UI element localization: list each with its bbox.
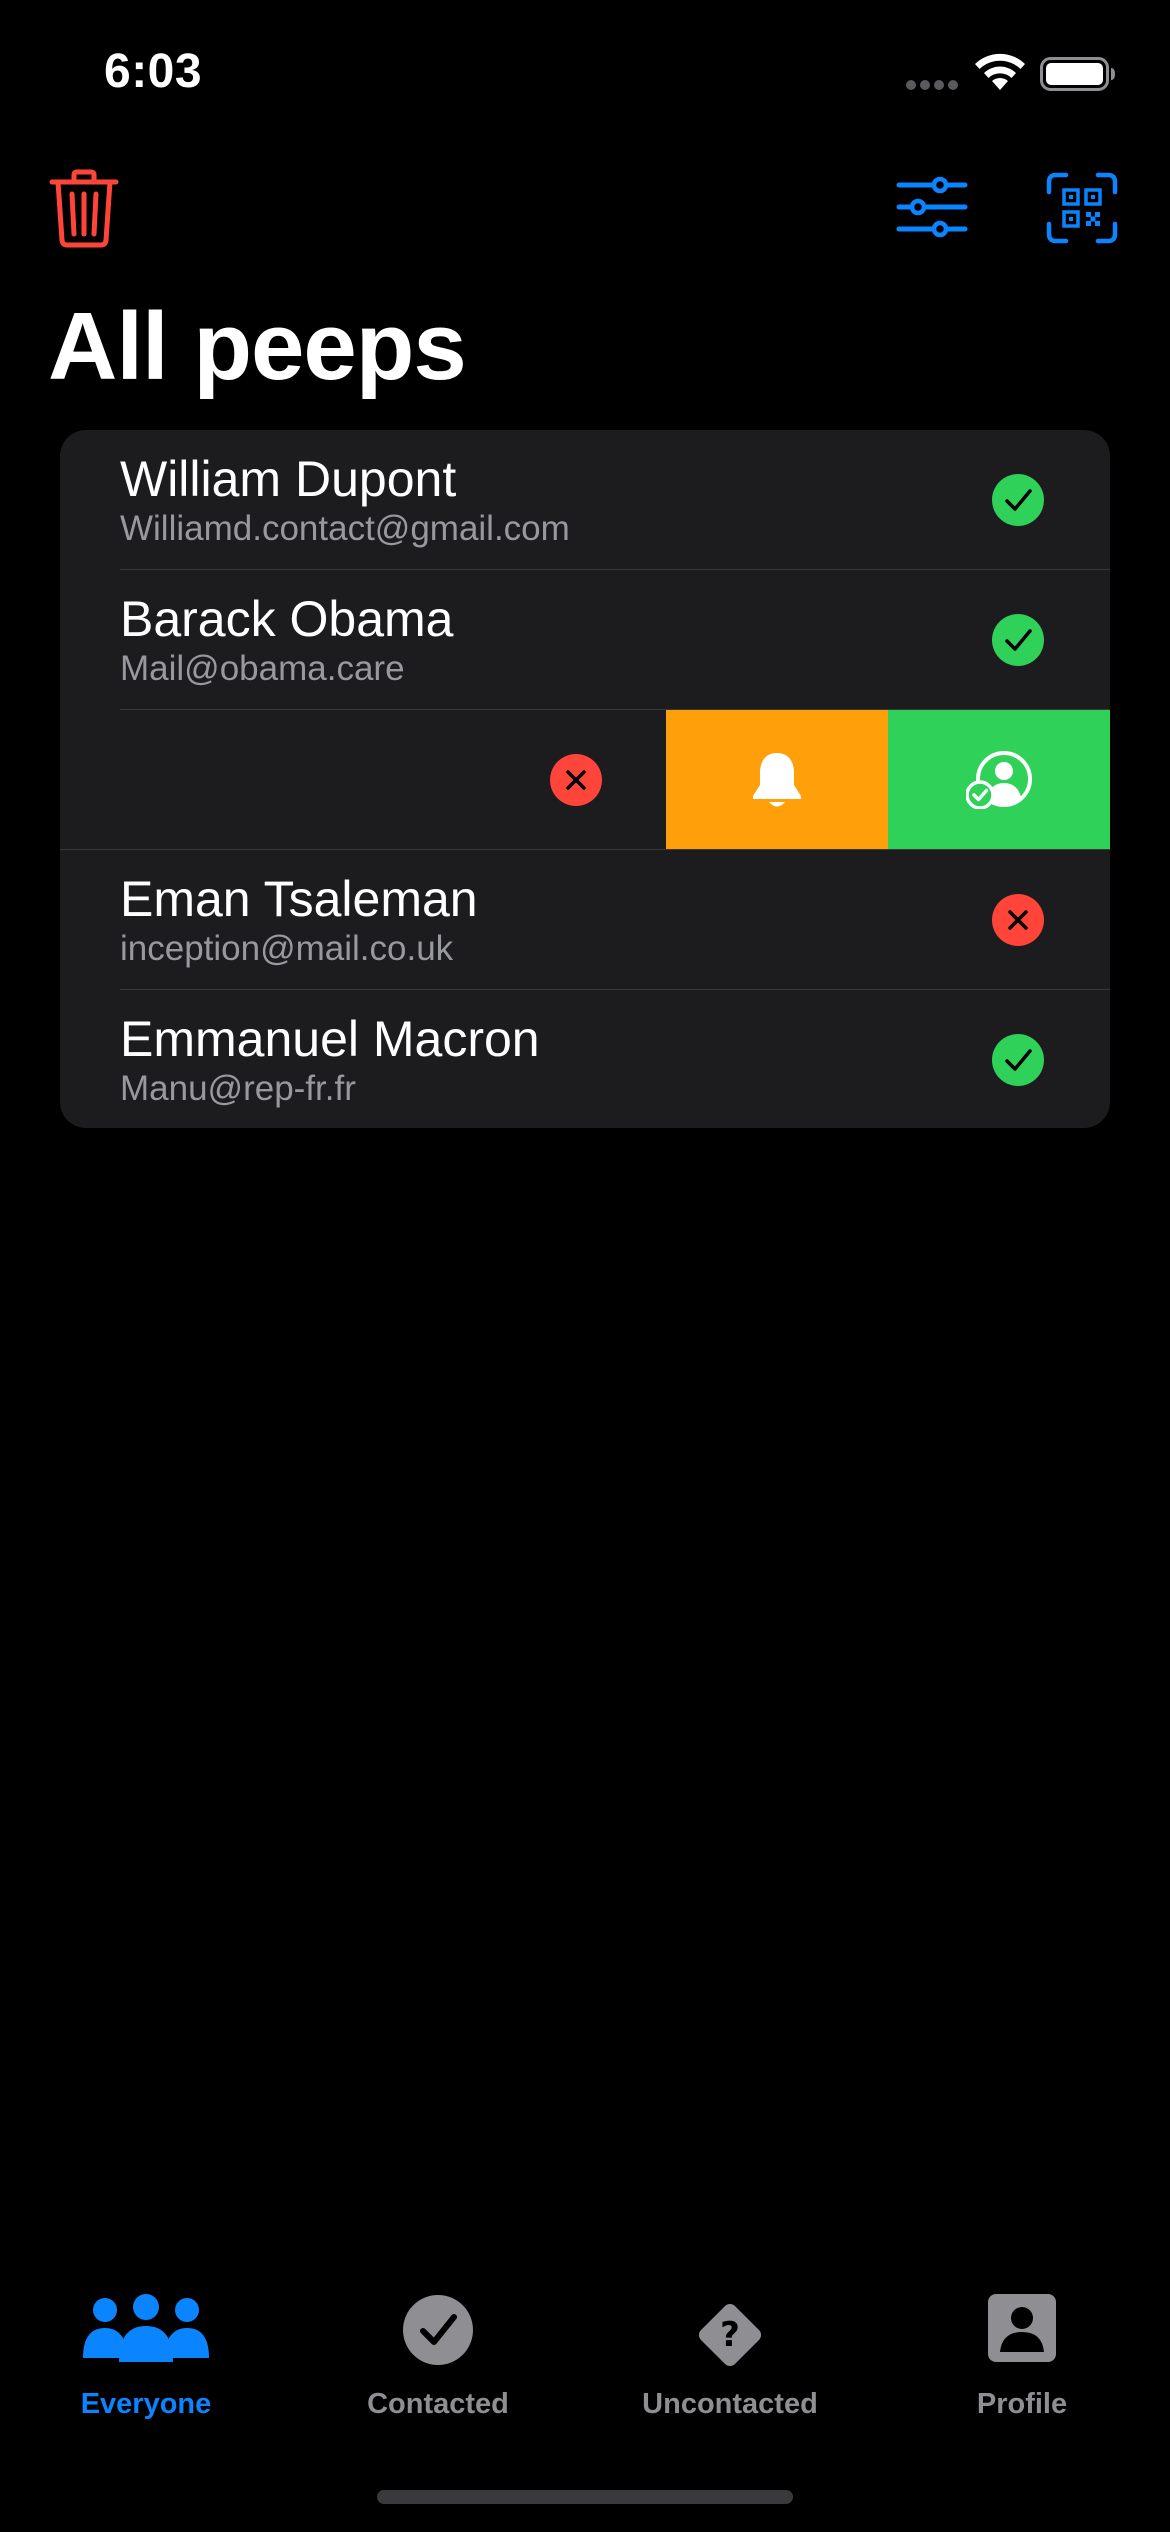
person-checkmark-icon: [966, 751, 1032, 809]
checkmark-circle-icon: [403, 2295, 473, 2365]
contact-row-swiped[interactable]: [60, 710, 1110, 850]
contact-name: Eman Tsaleman: [120, 871, 478, 927]
home-indicator[interactable]: [377, 2490, 793, 2504]
signal-icon: [906, 80, 960, 94]
contact-name: William Dupont: [120, 451, 457, 507]
filter-button[interactable]: [896, 176, 968, 238]
tab-uncontacted[interactable]: ? Uncontacted: [584, 2270, 876, 2450]
tab-label: Everyone: [80, 2388, 212, 2420]
battery-icon: [1040, 57, 1115, 91]
tab-profile[interactable]: Profile: [876, 2270, 1168, 2450]
checkmark-circle-icon: [992, 474, 1044, 526]
svg-text:?: ?: [720, 2315, 740, 2355]
qr-code-scan-icon: [1046, 172, 1118, 244]
contact-email: Williamd.contact@gmail.com: [120, 509, 570, 548]
contact-name: Barack Obama: [120, 591, 454, 647]
people-icon: [83, 2294, 209, 2362]
question-diamond-icon: ?: [698, 2303, 762, 2367]
tab-label: Uncontacted: [642, 2388, 818, 2420]
contact-name: Emmanuel Macron: [120, 1011, 540, 1067]
person-square-icon: [988, 2294, 1056, 2362]
tab-everyone[interactable]: Everyone: [0, 2270, 292, 2450]
contact-row[interactable]: Emmanuel Macron Manu@rep-fr.fr: [60, 990, 1110, 1128]
status-bar: 6:03: [0, 0, 1170, 140]
checkmark-circle-icon: [992, 1034, 1044, 1086]
x-circle-icon: [992, 894, 1044, 946]
x-circle-icon: [550, 754, 602, 806]
mark-contacted-action-button[interactable]: [888, 710, 1110, 850]
wifi-icon: [975, 53, 1025, 90]
contact-email: Mail@obama.care: [120, 649, 405, 688]
contact-list: William Dupont Williamd.contact@gmail.co…: [60, 430, 1110, 1128]
delete-button[interactable]: [48, 168, 120, 248]
contact-row[interactable]: Eman Tsaleman inception@mail.co.uk: [60, 850, 1110, 990]
remind-action-button[interactable]: [666, 710, 888, 850]
qr-scan-button[interactable]: [1046, 172, 1118, 244]
contact-row[interactable]: Barack Obama Mail@obama.care: [60, 570, 1110, 710]
checkmark-circle-icon: [992, 614, 1044, 666]
tab-label: Profile: [976, 2388, 1068, 2420]
contact-row[interactable]: William Dupont Williamd.contact@gmail.co…: [60, 430, 1110, 570]
tab-contacted[interactable]: Contacted: [292, 2270, 584, 2450]
contact-email: Manu@rep-fr.fr: [120, 1069, 356, 1108]
contact-email: inception@mail.co.uk: [120, 929, 454, 968]
bell-icon: [753, 753, 801, 807]
tab-label: Contacted: [367, 2388, 509, 2420]
sliders-icon: [896, 176, 968, 238]
trash-icon: [49, 169, 119, 248]
page-title: All peeps: [48, 293, 467, 400]
status-time: 6:03: [104, 45, 203, 98]
